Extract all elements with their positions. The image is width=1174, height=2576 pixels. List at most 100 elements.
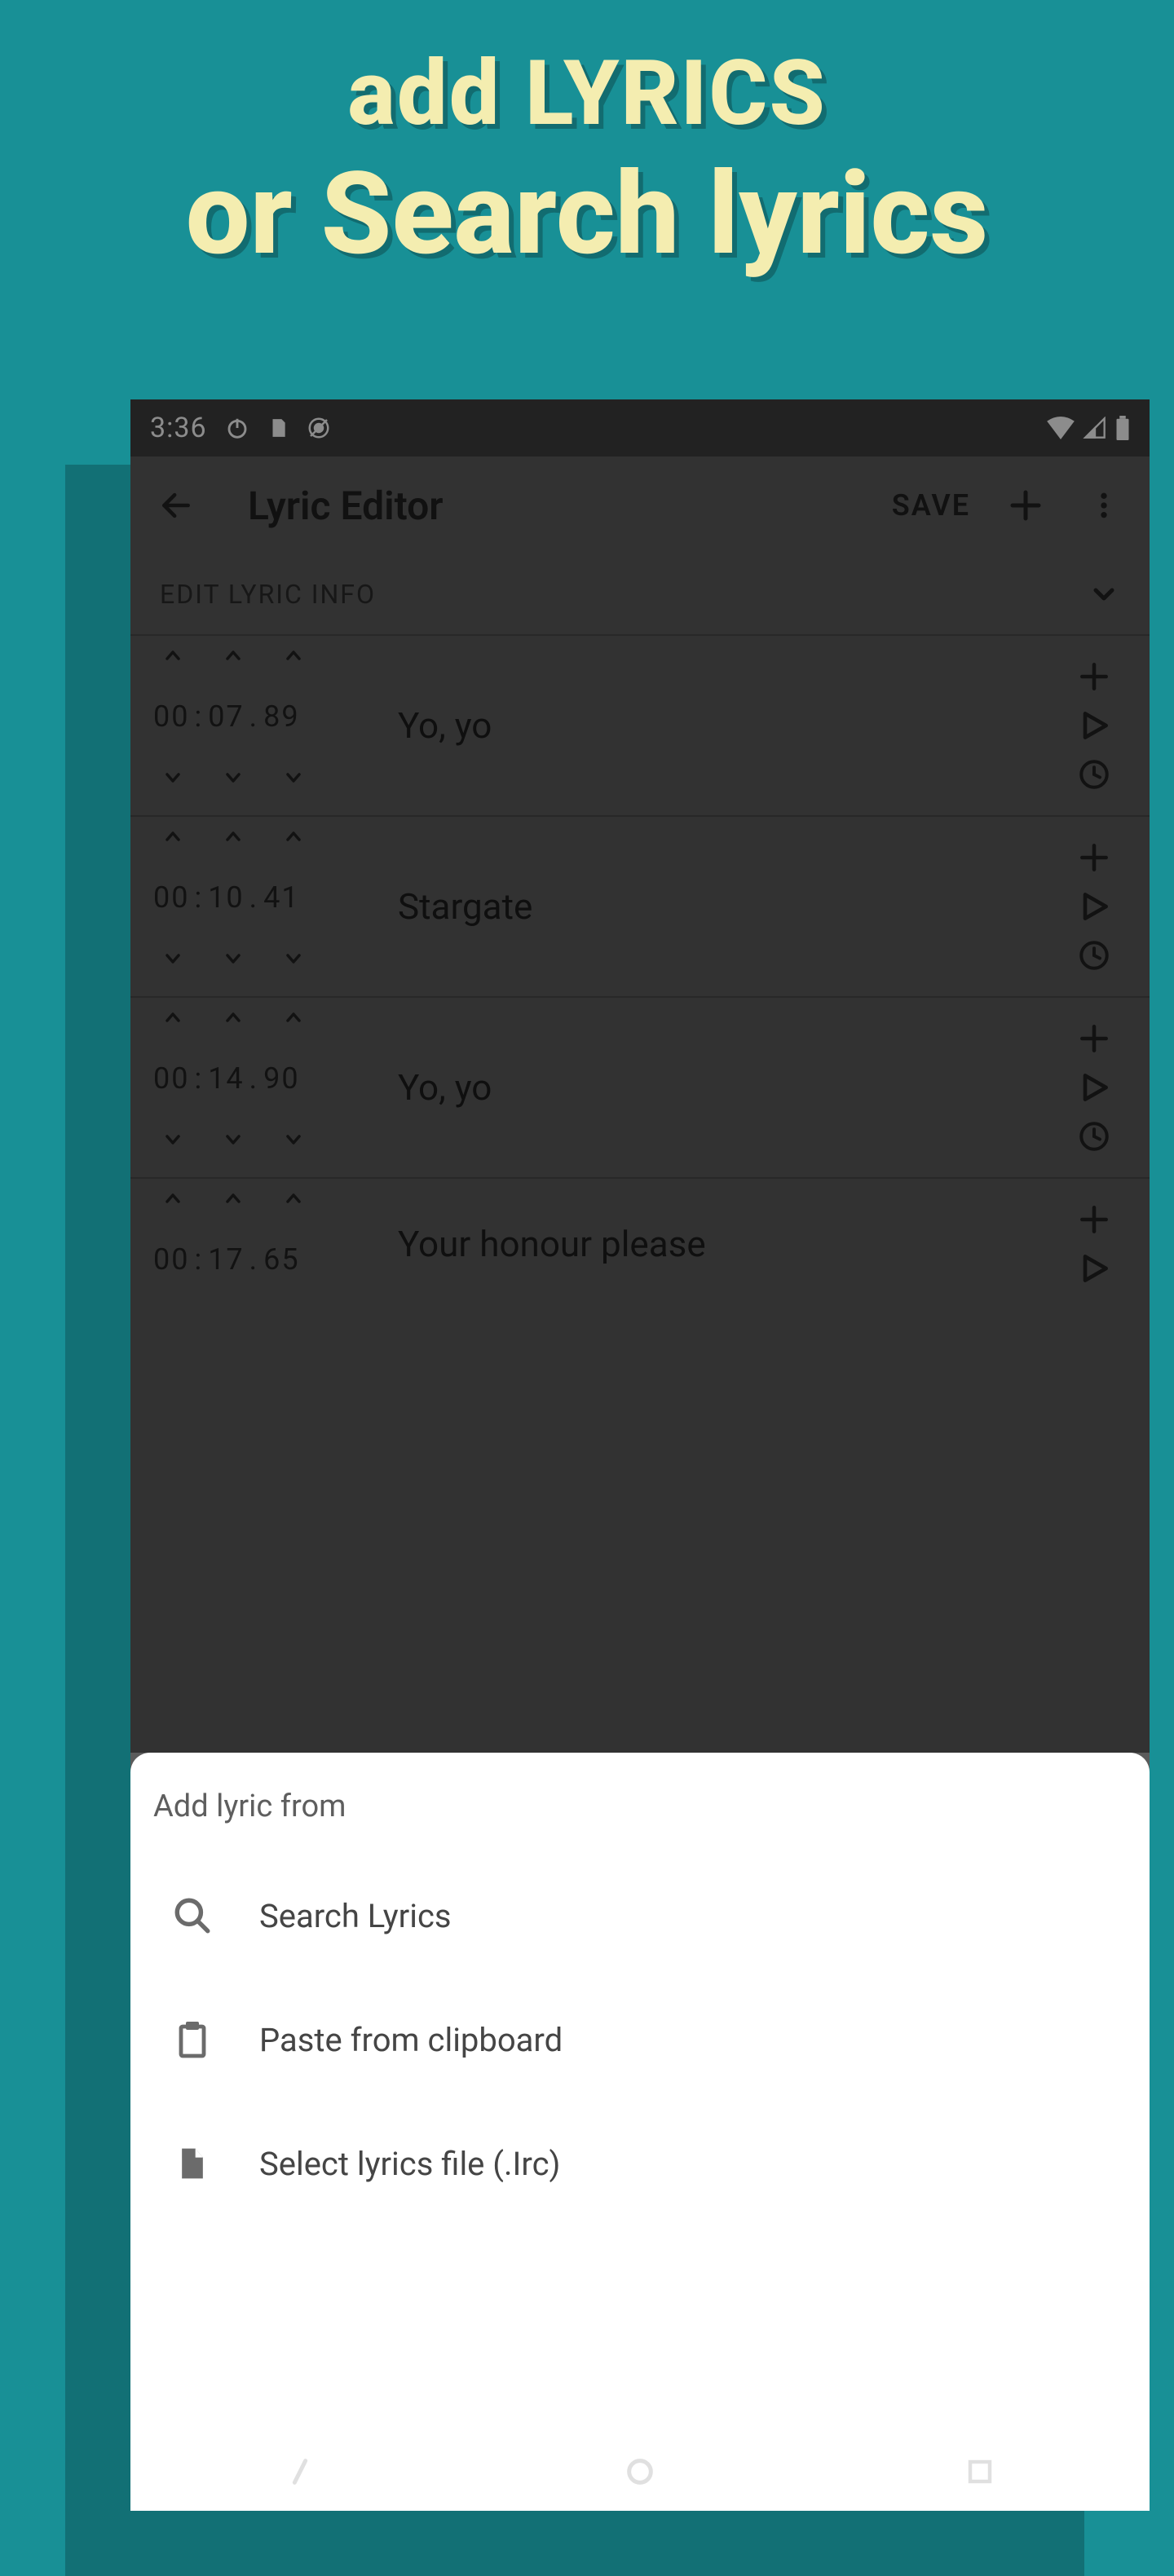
sheet-item-clipboard[interactable]: Paste from clipboard (153, 1978, 1127, 2102)
time-down-ss[interactable] (220, 949, 246, 968)
sheet-item-label: Search Lyrics (259, 1897, 452, 1935)
clipboard-icon (170, 2018, 215, 2062)
sep: . (249, 1242, 259, 1277)
lyric-row: 00 : 14 . 90 Yo, yo (130, 998, 1150, 1179)
sep: . (249, 1061, 259, 1096)
sheet-title: Add lyric from (153, 1789, 1127, 1824)
time-up-ss[interactable] (220, 827, 246, 846)
time-ss: 14 (208, 1061, 244, 1096)
power-icon (225, 416, 249, 440)
nav-back-button[interactable] (280, 2452, 320, 2491)
lyric-row: 00 : 17 . 65 Your honour please (130, 1179, 1150, 1309)
row-actions (1061, 1189, 1127, 1299)
lyric-row: 00 : 10 . 41 Stargate (130, 817, 1150, 998)
save-button[interactable]: SAVE (892, 488, 970, 523)
bottom-sheet: Add lyric from Search Lyrics Paste from c… (130, 1753, 1150, 2511)
wifi-icon (1047, 417, 1075, 439)
row-add-button[interactable] (1076, 1014, 1112, 1063)
time-cs: 65 (263, 1242, 299, 1277)
row-timestamp-button[interactable] (1077, 931, 1111, 980)
nav-home-button[interactable] (620, 2452, 660, 2491)
sd-card-icon (267, 416, 289, 440)
timecode[interactable]: 00 : 10 . 41 (153, 880, 300, 915)
time-up-mm[interactable] (160, 1008, 186, 1027)
sheet-item-label: Select lyrics file (.Irc) (259, 2145, 560, 2183)
time-down-cs[interactable] (280, 768, 307, 787)
time-up-row (153, 1189, 307, 1208)
row-play-button[interactable] (1076, 1063, 1112, 1112)
lyric-row: 00 : 07 . 89 Yo, yo (130, 636, 1150, 817)
lyric-text[interactable]: Yo, yo (390, 1008, 1061, 1167)
sep: . (249, 880, 259, 915)
nav-recents-button[interactable] (960, 2452, 1000, 2491)
sheet-item-file[interactable]: Select lyrics file (.Irc) (153, 2102, 1127, 2225)
no-location-icon (307, 416, 331, 440)
app-title: Lyric Editor (248, 483, 444, 529)
status-clock: 3:36 (150, 412, 207, 444)
signal-icon (1083, 417, 1107, 439)
time-cs: 41 (263, 880, 299, 915)
add-button[interactable] (1003, 483, 1048, 528)
row-play-button[interactable] (1076, 1244, 1112, 1293)
system-nav-bar (130, 2447, 1150, 2496)
row-timestamp-button[interactable] (1077, 1112, 1111, 1161)
time-down-cs[interactable] (280, 1130, 307, 1149)
time-up-cs[interactable] (280, 1008, 307, 1027)
time-column: 00 : 07 . 89 (153, 646, 390, 805)
headline-line1: add LYRICS (0, 41, 1174, 146)
sheet-item-label: Paste from clipboard (259, 2021, 563, 2059)
time-up-cs[interactable] (280, 827, 307, 846)
lyric-text[interactable]: Your honour please (390, 1189, 1061, 1299)
row-add-button[interactable] (1076, 652, 1112, 701)
back-button[interactable] (153, 483, 199, 528)
time-up-mm[interactable] (160, 827, 186, 846)
time-down-mm[interactable] (160, 768, 186, 787)
lyric-text[interactable]: Stargate (390, 827, 1061, 986)
row-play-button[interactable] (1076, 882, 1112, 931)
timecode[interactable]: 00 : 17 . 65 (153, 1242, 300, 1277)
edit-lyric-info-label: EDIT LYRIC INFO (160, 579, 376, 610)
time-down-row (153, 768, 307, 787)
time-down-cs[interactable] (280, 949, 307, 968)
lyric-text[interactable]: Yo, yo (390, 646, 1061, 805)
edit-lyric-info-row[interactable]: EDIT LYRIC INFO (130, 554, 1150, 636)
row-actions (1061, 827, 1127, 986)
time-up-ss[interactable] (220, 1189, 246, 1208)
promo-headline: add LYRICS or Search lyrics (0, 0, 1174, 283)
overflow-menu-button[interactable] (1081, 483, 1127, 528)
time-mm: 00 (153, 1242, 189, 1277)
time-cs: 90 (263, 1061, 299, 1096)
time-column: 00 : 17 . 65 (153, 1189, 390, 1299)
time-mm: 00 (153, 699, 189, 734)
time-down-row (153, 949, 307, 968)
time-down-ss[interactable] (220, 768, 246, 787)
sheet-item-search[interactable]: Search Lyrics (153, 1854, 1127, 1978)
time-ss: 07 (208, 699, 244, 734)
phone-frame: 3:36 (130, 399, 1150, 2511)
app-bar: Lyric Editor SAVE (130, 457, 1150, 554)
time-column: 00 : 10 . 41 (153, 827, 390, 986)
time-down-ss[interactable] (220, 1130, 246, 1149)
time-up-ss[interactable] (220, 1008, 246, 1027)
row-add-button[interactable] (1076, 1195, 1112, 1244)
sep: : (194, 1242, 203, 1277)
row-actions (1061, 1008, 1127, 1167)
timecode[interactable]: 00 : 14 . 90 (153, 1061, 300, 1096)
time-up-ss[interactable] (220, 646, 246, 665)
time-ss: 17 (208, 1242, 244, 1277)
time-mm: 00 (153, 880, 189, 915)
time-up-mm[interactable] (160, 1189, 186, 1208)
status-bar: 3:36 (130, 399, 1150, 457)
time-down-mm[interactable] (160, 949, 186, 968)
row-timestamp-button[interactable] (1077, 750, 1111, 799)
sep: : (194, 1061, 203, 1096)
row-add-button[interactable] (1076, 833, 1112, 882)
time-down-mm[interactable] (160, 1130, 186, 1149)
time-up-mm[interactable] (160, 646, 186, 665)
time-up-cs[interactable] (280, 646, 307, 665)
timecode[interactable]: 00 : 07 . 89 (153, 699, 300, 734)
phone-screen: 3:36 (130, 399, 1150, 2511)
time-up-cs[interactable] (280, 1189, 307, 1208)
row-play-button[interactable] (1076, 701, 1112, 750)
lyric-rows: 00 : 07 . 89Yo, yo00 : 10 . 41Stargate00… (130, 636, 1150, 1309)
